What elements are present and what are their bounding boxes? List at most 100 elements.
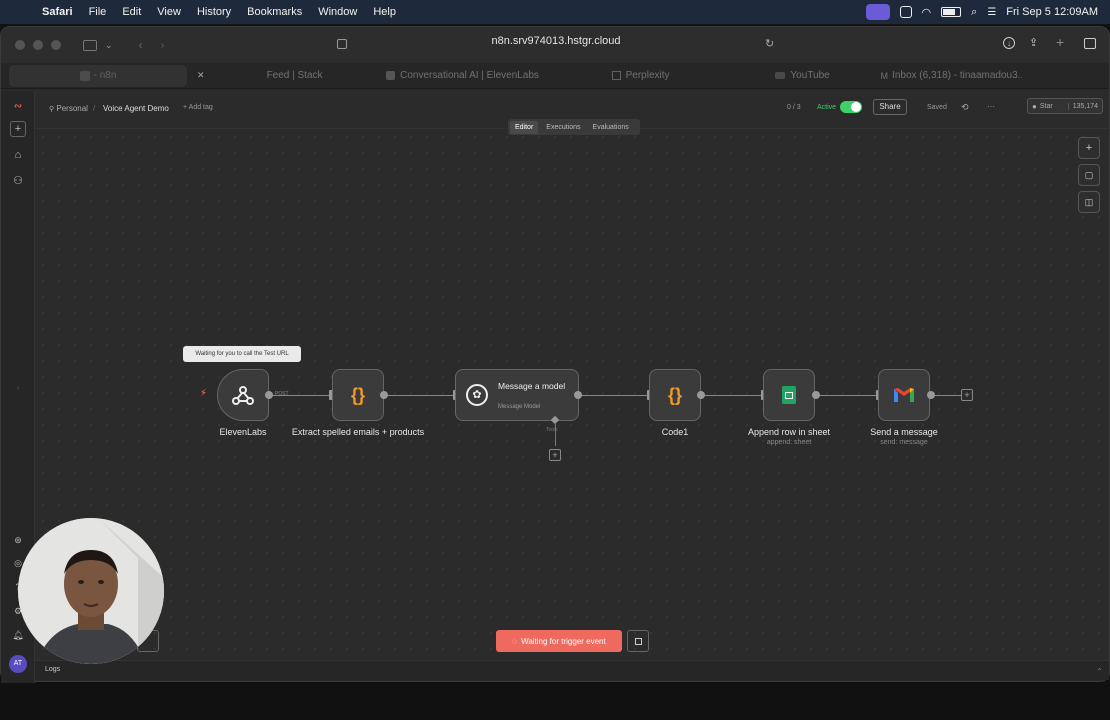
minimize-window-button[interactable] bbox=[33, 40, 43, 50]
tab-executions[interactable]: Executions bbox=[546, 124, 580, 131]
menu-app-safari[interactable]: Safari bbox=[34, 6, 81, 18]
node-elevenlabs[interactable] bbox=[217, 369, 269, 421]
n8n-logo-icon[interactable]: ∾ bbox=[10, 99, 26, 115]
active-toggle[interactable] bbox=[840, 101, 862, 113]
google-sheets-icon bbox=[782, 386, 796, 404]
menu-view[interactable]: View bbox=[149, 6, 189, 18]
share-icon[interactable]: ⇪ bbox=[1029, 36, 1038, 49]
tab-overview-icon[interactable] bbox=[1084, 38, 1096, 49]
logs-panel[interactable]: Logs bbox=[35, 660, 1109, 680]
close-tab-icon[interactable]: ✕ bbox=[197, 70, 205, 81]
output-handle[interactable] bbox=[265, 391, 273, 399]
tab-editor[interactable]: Editor bbox=[510, 120, 539, 134]
user-icon[interactable]: ⚇ bbox=[10, 173, 26, 189]
home-icon[interactable]: ⌂ bbox=[10, 147, 26, 163]
stop-button[interactable] bbox=[627, 630, 649, 652]
menu-file[interactable]: File bbox=[81, 6, 115, 18]
menu-bar: Safari File Edit View History Bookmarks … bbox=[0, 0, 1110, 24]
tab-title: Perplexity bbox=[625, 70, 670, 81]
connection-line bbox=[931, 395, 961, 396]
connection-line bbox=[384, 395, 455, 396]
avatar[interactable]: AT bbox=[9, 655, 27, 673]
output-handle[interactable] bbox=[812, 391, 820, 399]
post-label: POST bbox=[275, 391, 289, 397]
output-handle[interactable] bbox=[574, 391, 582, 399]
share-button[interactable]: Share bbox=[873, 99, 907, 115]
more-options-button[interactable]: ··· bbox=[987, 102, 995, 111]
menu-help[interactable]: Help bbox=[365, 6, 404, 18]
n8n-app: ∾ + ⌂ ⚇ › ⊛ ◎ ? ⚙ 🔔︎ AT ⚲ Personal / Voi… bbox=[1, 91, 1109, 683]
tab-elevenlabs[interactable]: Conversational AI | ElevenLabs bbox=[373, 65, 553, 87]
tools-label: Tools bbox=[546, 427, 558, 433]
logs-label: Logs bbox=[45, 666, 61, 673]
notifications-icon[interactable]: 🔔︎ bbox=[10, 627, 26, 643]
github-star-button[interactable]: ● Star 135,174 bbox=[1027, 98, 1103, 114]
screen-record-icon[interactable] bbox=[865, 4, 890, 20]
zoom-window-button[interactable] bbox=[51, 40, 61, 50]
tab-gmail[interactable]: M Inbox (6,318) - tinaamadou3... bbox=[881, 65, 1031, 87]
n8n-favicon-icon bbox=[79, 70, 90, 81]
code-braces-icon: {} bbox=[667, 384, 682, 405]
connection-line bbox=[578, 395, 649, 396]
tab-perplexity[interactable]: Perplexity bbox=[581, 65, 701, 87]
execution-counter: 0 / 3 bbox=[787, 104, 801, 111]
search-icon[interactable]: ⌕ bbox=[971, 6, 977, 19]
reload-icon[interactable]: ↻ bbox=[765, 37, 774, 50]
site-settings-icon[interactable] bbox=[337, 39, 347, 49]
node-code1[interactable]: {} bbox=[649, 369, 701, 421]
sticky-note-button[interactable]: ▢ bbox=[1078, 164, 1100, 186]
node-message-a-model[interactable]: ✿ Message a model Message Model bbox=[455, 369, 579, 421]
node-append-row-in-sheet[interactable] bbox=[763, 369, 815, 421]
tab-stack[interactable]: Feed | Stack bbox=[225, 65, 365, 87]
openai-icon: ✿ bbox=[466, 384, 488, 406]
tab-youtube[interactable]: YouTube bbox=[743, 65, 863, 87]
trigger-bolt-icon: ⚡︎ bbox=[200, 388, 208, 399]
output-handle[interactable] bbox=[380, 391, 388, 399]
wifi-icon[interactable]: ◠ bbox=[922, 6, 932, 19]
menubar-clock[interactable]: Fri Sep 5 12:09AM bbox=[1006, 6, 1098, 18]
back-icon[interactable]: ‹ bbox=[139, 38, 143, 52]
tab-evaluations[interactable]: Evaluations bbox=[593, 124, 629, 131]
app-status-icon[interactable] bbox=[899, 6, 912, 18]
tab-title: Conversational AI | ElevenLabs bbox=[400, 70, 539, 81]
downloads-icon[interactable]: ↓ bbox=[1003, 37, 1015, 49]
add-tool-button[interactable]: + bbox=[549, 449, 561, 461]
menu-window[interactable]: Window bbox=[310, 6, 365, 18]
workflow-name[interactable]: Voice Agent Demo bbox=[103, 104, 169, 113]
trigger-tooltip: Waiting for you to call the Test URL bbox=[183, 346, 301, 362]
add-next-node-button[interactable]: + bbox=[961, 389, 973, 401]
control-center-icon[interactable]: ☰ bbox=[987, 7, 996, 18]
address-bar[interactable]: n8n.srv974013.hstgr.cloud bbox=[431, 35, 681, 47]
new-tab-icon[interactable]: + bbox=[1056, 34, 1064, 50]
expand-sidebar-icon[interactable]: › bbox=[10, 381, 26, 397]
battery-icon[interactable] bbox=[941, 7, 962, 17]
menu-edit[interactable]: Edit bbox=[114, 6, 149, 18]
forward-icon[interactable]: › bbox=[161, 38, 165, 52]
node-send-a-message[interactable] bbox=[878, 369, 930, 421]
close-window-button[interactable] bbox=[15, 40, 25, 50]
node-subtitle: Message Model bbox=[498, 404, 541, 410]
node-extract-spelled-emails[interactable]: {} bbox=[332, 369, 384, 421]
sidebar-toggle-icon[interactable] bbox=[83, 39, 97, 51]
add-tag-button[interactable]: + Add tag bbox=[183, 104, 213, 111]
history-icon[interactable]: ⟲ bbox=[961, 102, 969, 113]
add-icon[interactable]: + bbox=[10, 121, 26, 137]
project-breadcrumb[interactable]: ⚲ Personal bbox=[49, 104, 88, 113]
side-panel-button[interactable]: ◫ bbox=[1078, 191, 1100, 213]
node-label: Send a message bbox=[870, 427, 938, 437]
menu-bookmarks[interactable]: Bookmarks bbox=[239, 6, 310, 18]
workflow-canvas[interactable]: Editor Executions Evaluations + ▢ ◫ Wait… bbox=[35, 119, 1109, 660]
output-handle[interactable] bbox=[927, 391, 935, 399]
add-node-button[interactable]: + bbox=[1078, 137, 1100, 159]
editor-tab-switcher: Editor Executions Evaluations bbox=[508, 119, 640, 135]
browser-toolbar: ⌄ ‹ › n8n.srv974013.hstgr.cloud ↻ ↓ ⇪ + bbox=[1, 27, 1109, 63]
node-title: Message a model bbox=[498, 381, 566, 391]
templates-icon[interactable]: ⊛ bbox=[10, 532, 26, 548]
tab-n8n[interactable]: - n8n bbox=[9, 64, 187, 87]
waiting-for-trigger-button[interactable]: ◌ Waiting for trigger event bbox=[496, 630, 622, 652]
tab-group-chevron-icon[interactable]: ⌄ bbox=[105, 40, 113, 51]
output-handle[interactable] bbox=[697, 391, 705, 399]
menu-history[interactable]: History bbox=[189, 6, 239, 18]
elevenlabs-favicon-icon bbox=[386, 71, 396, 80]
panel-resize-icon[interactable]: ⌃ bbox=[1096, 667, 1103, 676]
